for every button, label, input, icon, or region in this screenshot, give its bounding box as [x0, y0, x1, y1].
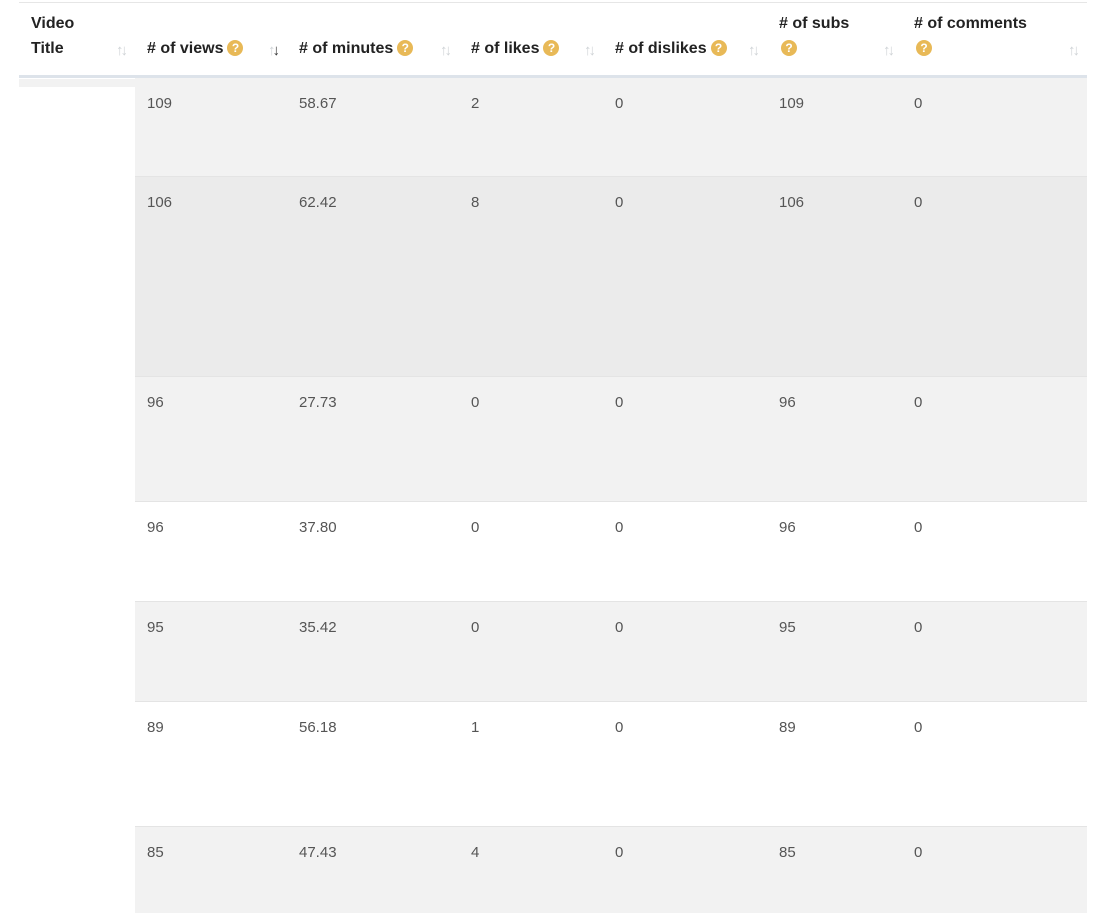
- cell-dislikes: 0: [603, 375, 767, 501]
- cell-comments: 0: [902, 175, 1087, 376]
- table-row: 96 37.80 0 0 96 0: [19, 500, 1087, 601]
- cell-dislikes: 0: [603, 700, 767, 826]
- cell-likes: 0: [459, 600, 603, 701]
- help-icon[interactable]: ?: [710, 39, 727, 56]
- cell-views: 89: [135, 700, 287, 826]
- cell-dislikes: 0: [603, 825, 767, 913]
- cell-subs: 106: [767, 175, 902, 376]
- cell-likes: 8: [459, 175, 603, 376]
- cell-subs: 85: [767, 825, 902, 913]
- sort-desc-icon[interactable]: ↑↓: [268, 42, 280, 59]
- cell-views: 85: [135, 825, 287, 913]
- column-header-label: # of minutes: [299, 39, 394, 57]
- column-header-label: Video: [31, 14, 75, 32]
- column-header-label: # of views: [147, 39, 224, 57]
- cell-likes: 2: [459, 76, 603, 176]
- cell-subs: 96: [767, 500, 902, 601]
- sort-icon[interactable]: ↑↓: [1068, 42, 1080, 59]
- help-icon[interactable]: ?: [397, 39, 414, 56]
- cell-minutes: 37.80: [287, 500, 459, 601]
- cell-minutes: 47.43: [287, 825, 459, 913]
- cell-minutes: 27.73: [287, 375, 459, 501]
- column-header-label: # of subs: [779, 14, 850, 32]
- help-icon[interactable]: ?: [781, 39, 797, 56]
- cell-minutes: 58.67: [287, 76, 459, 176]
- cell-dislikes: 0: [603, 76, 767, 176]
- cell-likes: 1: [459, 700, 603, 826]
- cell-video-title: [19, 826, 135, 913]
- column-header-label: # of dislikes: [615, 39, 707, 57]
- sort-icon[interactable]: ↑↓: [584, 42, 596, 59]
- cell-minutes: 56.18: [287, 700, 459, 826]
- help-icon[interactable]: ?: [227, 39, 244, 56]
- cell-minutes: 62.42: [287, 175, 459, 376]
- column-header-label: Title: [31, 39, 64, 57]
- cell-video-title: [19, 176, 135, 376]
- table-row: 109 58.67 2 0 109 0: [19, 76, 1087, 176]
- cell-video-title: [19, 601, 135, 701]
- column-header-likes[interactable]: # of likes? ↑↓: [459, 3, 603, 78]
- table-row: 96 27.73 0 0 96 0: [19, 375, 1087, 501]
- cell-views: 95: [135, 600, 287, 701]
- video-stats-table: Video Title ↑↓ # of views? ↑↓ # of minut…: [19, 3, 1087, 913]
- cell-video-title: [19, 376, 135, 501]
- cell-minutes: 35.42: [287, 600, 459, 701]
- column-header-comments[interactable]: # of comments ? ↑↓: [902, 3, 1087, 78]
- cell-comments: 0: [902, 500, 1087, 601]
- help-icon[interactable]: ?: [543, 39, 560, 56]
- table-row: 95 35.42 0 0 95 0: [19, 600, 1087, 701]
- cell-subs: 96: [767, 375, 902, 501]
- cell-comments: 0: [902, 600, 1087, 701]
- cell-subs: 95: [767, 600, 902, 701]
- cell-dislikes: 0: [603, 600, 767, 701]
- cell-likes: 0: [459, 500, 603, 601]
- cell-likes: 0: [459, 375, 603, 501]
- column-header-subs[interactable]: # of subs ? ↑↓: [767, 3, 902, 78]
- cell-views: 96: [135, 375, 287, 501]
- sort-icon[interactable]: ↑↓: [748, 42, 760, 59]
- cell-subs: 89: [767, 700, 902, 826]
- table-row: 85 47.43 4 0 85 0: [19, 825, 1087, 913]
- table-row: 106 62.42 8 0 106 0: [19, 175, 1087, 376]
- sort-icon[interactable]: ↑↓: [883, 42, 895, 59]
- title-column-strip: [19, 79, 135, 87]
- table-header-row: Video Title ↑↓ # of views? ↑↓ # of minut…: [19, 3, 1087, 78]
- cell-subs: 109: [767, 76, 902, 176]
- sort-icon[interactable]: ↑↓: [116, 42, 128, 59]
- sort-icon[interactable]: ↑↓: [440, 42, 452, 59]
- help-icon[interactable]: ?: [916, 39, 932, 56]
- cell-views: 106: [135, 175, 287, 376]
- cell-video-title: [19, 501, 135, 601]
- cell-views: 96: [135, 500, 287, 601]
- table-row: 89 56.18 1 0 89 0: [19, 700, 1087, 826]
- column-header-label: # of likes: [471, 39, 540, 57]
- cell-likes: 4: [459, 825, 603, 913]
- column-header-video-title[interactable]: Video Title ↑↓: [19, 3, 135, 78]
- cell-video-title: [19, 701, 135, 826]
- cell-comments: 0: [902, 375, 1087, 501]
- column-header-label: # of comments: [914, 14, 1027, 32]
- cell-comments: 0: [902, 700, 1087, 826]
- cell-comments: 0: [902, 76, 1087, 176]
- column-header-minutes[interactable]: # of minutes? ↑↓: [287, 3, 459, 78]
- cell-comments: 0: [902, 825, 1087, 913]
- column-header-views[interactable]: # of views? ↑↓: [135, 3, 287, 78]
- column-header-dislikes[interactable]: # of dislikes? ↑↓: [603, 3, 767, 78]
- cell-video-title: [19, 76, 135, 176]
- cell-dislikes: 0: [603, 175, 767, 376]
- cell-views: 109: [135, 76, 287, 176]
- cell-dislikes: 0: [603, 500, 767, 601]
